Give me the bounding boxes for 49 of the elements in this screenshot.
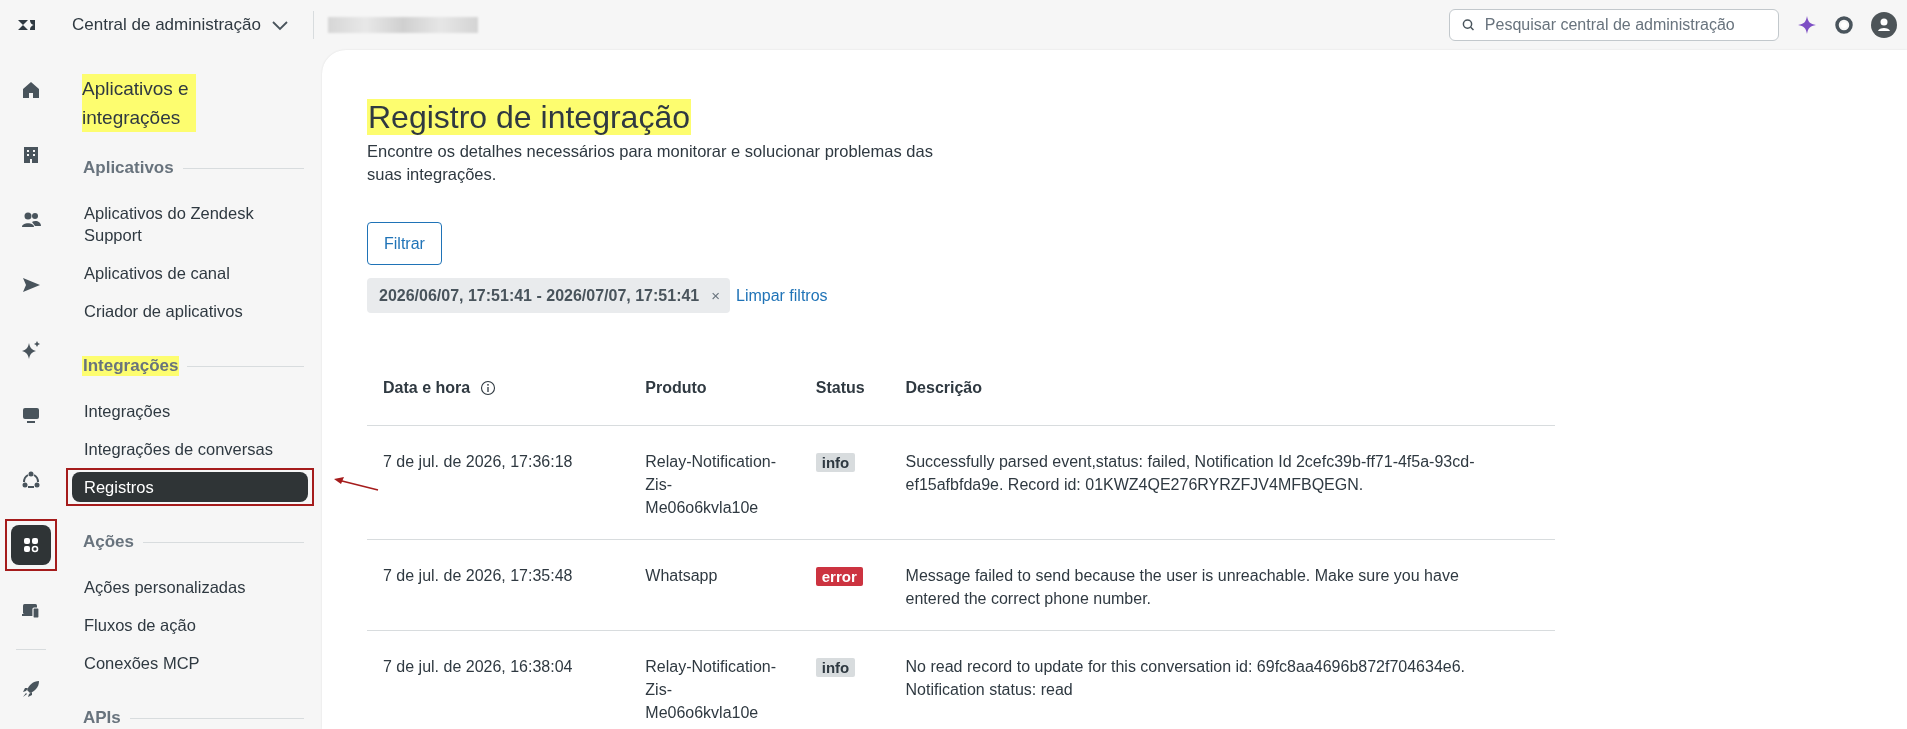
sidebar-item[interactable]: Fluxos de ação: [72, 610, 308, 640]
table-cell-text: Message failed to send because the user is unreachable. Make sure you have entered the correct phone number.: [905, 566, 1460, 609]
table-cell-text: Relay-Notification-Zis-Me06o6kvla10e: [645, 452, 777, 518]
table-cell-text: Successfully parsed event,status: failed, Notification Id 2cefc39b-ff71-4f5a-93cd-ef15afbfda9e. Record id: 01KWZ4QE276RYRZFJV4MFBQEGN.: [905, 452, 1476, 495]
table-cell: 7 de jul. de 2026, 16:38:04: [383, 658, 573, 675]
sidebar-heading: Aplicativos e integrações: [82, 74, 196, 132]
sidebar-item[interactable]: Aplicativos de canal: [72, 258, 308, 288]
sidebar-item[interactable]: Ações personalizadas: [72, 572, 308, 602]
page-description: Encontre os detalhes necessários para monitorar e solucionar problemas das suas integrações.: [367, 141, 934, 185]
search-icon: [1462, 18, 1475, 32]
home-icon: [20, 79, 42, 101]
column-header: Status: [815, 379, 865, 397]
status-badge: info: [815, 453, 856, 472]
sidebar-item[interactable]: Criador de aplicativos: [72, 296, 308, 326]
remove-filter-button[interactable]: ×: [711, 287, 720, 304]
table-cell-text: Whatsapp: [645, 566, 719, 586]
logo-icon: [16, 17, 36, 33]
status-badge: info: [815, 658, 856, 677]
status-badge: error: [815, 567, 863, 586]
sparkle-icon: [1797, 15, 1817, 35]
filter-chip: 2026/06/07, 17:51:41 - 2026/07/07, 17:51:41 ×: [367, 278, 730, 313]
chevron-down-icon: [271, 18, 289, 32]
lifebuoy-icon: [1835, 16, 1853, 34]
column-header: Descrição: [905, 379, 983, 397]
section-title: Integrações: [82, 356, 180, 376]
table-cell-text: No read record to update for this conversation id: 69fc8aa4696b872f704634e6. Notification status: read: [905, 657, 1467, 700]
sidebar-item[interactable]: Integrações: [72, 396, 308, 426]
filter-button[interactable]: Filtrar: [367, 222, 442, 265]
table-cell: 7 de jul. de 2026, 17:36:18: [383, 453, 573, 470]
column-header: Produto: [645, 379, 707, 397]
table-cell-text: Relay-Notification-Zis-Me06o6kvla10e: [645, 657, 777, 723]
section-title: APIs: [82, 708, 122, 728]
rocket-icon: [20, 678, 42, 700]
info-icon: [480, 380, 497, 396]
section-title: Aplicativos: [82, 158, 175, 178]
product-menu[interactable]: Central de administração: [72, 15, 289, 35]
cycle-icon: [20, 469, 42, 491]
table-cell: 7 de jul. de 2026, 17:35:48: [383, 567, 573, 584]
sidebar-item[interactable]: Integrações de conversas: [72, 434, 308, 464]
nav-rail-button[interactable]: [11, 525, 51, 565]
clear-filters-link[interactable]: Limpar filtros: [736, 286, 828, 305]
section-title: Ações: [82, 532, 136, 552]
column-header: Data e hora: [383, 379, 471, 397]
sidebar-item[interactable]: Conexões MCP: [72, 648, 308, 678]
sidebar-item[interactable]: Registros: [72, 472, 308, 502]
sidebar-item[interactable]: Aplicativos do Zendesk Support: [72, 198, 308, 250]
page-title: Registro de integração: [367, 99, 691, 135]
avatar-icon: [1871, 12, 1897, 38]
search-field[interactable]: Pesquisar central de administração: [1449, 9, 1779, 41]
